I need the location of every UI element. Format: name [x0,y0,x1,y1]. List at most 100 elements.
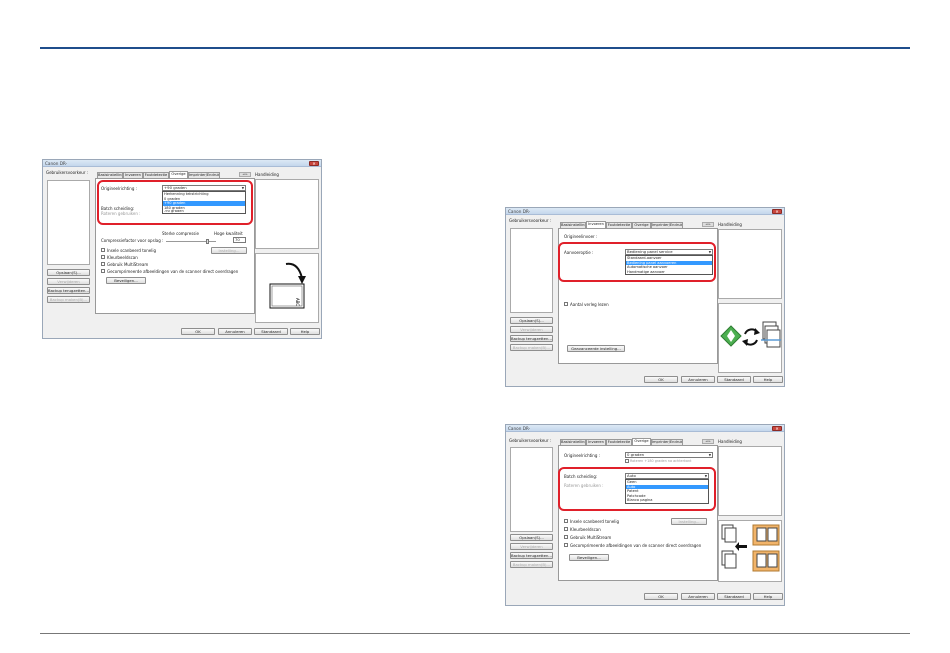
jpeg-label: Compressiefactor voor opslag : [101,238,164,243]
manual-pane [255,179,319,249]
top-rule [40,47,910,49]
backup-restore-button[interactable]: Backup terugzetten... [510,552,553,559]
titlebar: Canon DR- ✕ [506,425,784,432]
dialog-feed-mode: Canon DR- ✕ Gebruikersvoorkeur : Opslaan… [505,207,785,387]
color-drop-label: Kleurbeeldscan [107,255,138,260]
double-feed-label: Aantal verleg lezen [570,302,609,307]
compress-label: Gecomprimeerde afbeeldingen van de scann… [570,543,702,548]
orientation-label: Origineelrichting : [564,453,600,458]
color-drop-checkbox[interactable] [101,255,105,259]
advanced-settings-button[interactable]: Geavanceerde instelling... [567,345,625,352]
default-button[interactable]: Standaard [254,328,288,335]
highlight-batch [558,467,716,511]
help-button[interactable]: Help [753,376,783,383]
backup-make-button[interactable]: Backup maken(B)... [510,344,553,351]
illustration-pane: ABC [255,253,319,323]
ok-button[interactable]: OK [644,376,678,383]
compression-label: Sterke compressie [162,231,199,236]
rename-button[interactable]: Beveiligen... [569,554,609,561]
multistream-checkbox[interactable] [564,535,568,539]
highlight-feed-mode [558,242,716,282]
batch-separation-icon [721,524,780,572]
rotate180-label: Roteren +180 graden na achterkant [630,459,692,463]
save-button[interactable]: Opslaan(S)... [510,534,553,541]
close-button[interactable]: ✕ [772,426,782,431]
tab-scroll-arrows[interactable]: ◄ ► [239,172,251,177]
dialog-other-batch: Canon DR- ✕ Gebruikersvoorkeur : Opslaan… [505,424,785,606]
jpeg-slider-handle[interactable] [206,239,209,244]
dialog-other-orientation: Canon DR- ✕ Gebruikersvoorkeur : Opslaan… [42,159,322,339]
jpeg-spinner[interactable]: 70 [233,237,246,243]
ok-button[interactable]: OK [181,328,215,335]
preset-label: Gebruikersvoorkeur : [509,438,552,443]
backup-restore-button[interactable]: Backup terugzetten... [47,287,90,294]
rename-button[interactable]: Beveiligen... [106,277,146,284]
cancel-button[interactable]: Annuleren [681,376,715,383]
compress-checkbox[interactable] [101,269,105,273]
manual-label: Handleiding [718,222,742,227]
tab-feed[interactable]: Invoeren [586,221,606,228]
scan-lines-checkbox[interactable] [101,248,105,252]
svg-text:ABC: ABC [295,298,300,306]
multistream-checkbox[interactable] [101,262,105,266]
scan-lines-label: Insele scanbeerd tonelig [107,248,156,253]
save-button[interactable]: Opslaan(S)... [510,317,553,324]
settings-button[interactable]: Instelling... [671,518,707,525]
titlebar: Canon DR- ✕ [43,160,321,167]
scan-lines-label: Insele scanbeerd tonelig [570,519,619,524]
manual-label: Handleiding [718,439,742,444]
delete-button[interactable]: Verwijderen [47,278,90,285]
window-title: Canon DR- [508,209,531,214]
help-button[interactable]: Help [290,328,320,335]
delete-button[interactable]: Verwijderen [510,326,553,333]
default-button[interactable]: Standaard [717,593,751,600]
settings-button[interactable]: Instelling... [211,247,247,254]
save-button[interactable]: Opslaan(S)... [47,269,90,276]
preset-list[interactable] [47,180,90,265]
backup-make-button[interactable]: Backup maken(B)... [510,561,553,568]
tab-other[interactable]: Overige [632,438,651,445]
illustration-pane [718,303,782,373]
window-title: Canon DR- [508,426,531,431]
jpeg-value: 70 [235,237,240,242]
tab-other[interactable]: Overige [169,171,188,178]
manual-pane [718,229,782,299]
tab-scroll-arrows[interactable]: ◄ ► [702,439,714,444]
titlebar: Canon DR- ✕ [506,208,784,215]
manual-label: Handleiding [255,172,279,177]
multistream-label: Gebruik MultiStream [570,535,612,540]
preset-label: Gebruikersvoorkeur : [46,170,89,175]
color-drop-label: Kleurbeeldscan [570,527,601,532]
tab-scroll-arrows[interactable]: ◄ ► [702,222,714,227]
backup-restore-button[interactable]: Backup terugzetten... [510,335,553,342]
orientation-select[interactable]: 0 graden ▼ [625,452,713,458]
rotate180-checkbox[interactable] [625,459,629,463]
feed-cycle-icon [720,321,781,348]
help-button[interactable]: Help [753,593,783,600]
compress-label: Gecomprimeerde afbeeldingen van de scann… [107,269,239,274]
orientation-value: 0 graden [627,452,645,457]
window-title: Canon DR- [45,161,68,166]
scan-lines-checkbox[interactable] [564,519,568,523]
ok-button[interactable]: OK [644,593,678,600]
color-drop-checkbox[interactable] [564,527,568,531]
delete-button[interactable]: Verwijderen [510,543,553,550]
chevron-down-icon: ▼ [708,453,711,457]
default-button[interactable]: Standaard [717,376,751,383]
manual-pane [718,446,782,516]
multistream-label: Gebruik MultiStream [107,262,149,267]
close-button[interactable]: ✕ [309,161,319,166]
preset-label: Gebruikersvoorkeur : [509,218,552,223]
backup-make-button[interactable]: Backup maken(B)... [47,296,90,303]
bottom-rule [40,633,910,634]
feed-label: Origineelinvoer : [564,234,598,239]
quality-label: Hoge kwaliteit [214,231,243,236]
close-button[interactable]: ✕ [772,209,782,214]
cancel-button[interactable]: Annuleren [218,328,252,335]
compress-checkbox[interactable] [564,543,568,547]
preset-list[interactable] [510,447,553,532]
double-feed-checkbox[interactable] [564,302,568,306]
illustration-pane [718,520,782,582]
preset-list[interactable] [510,228,553,313]
cancel-button[interactable]: Annuleren [681,593,715,600]
